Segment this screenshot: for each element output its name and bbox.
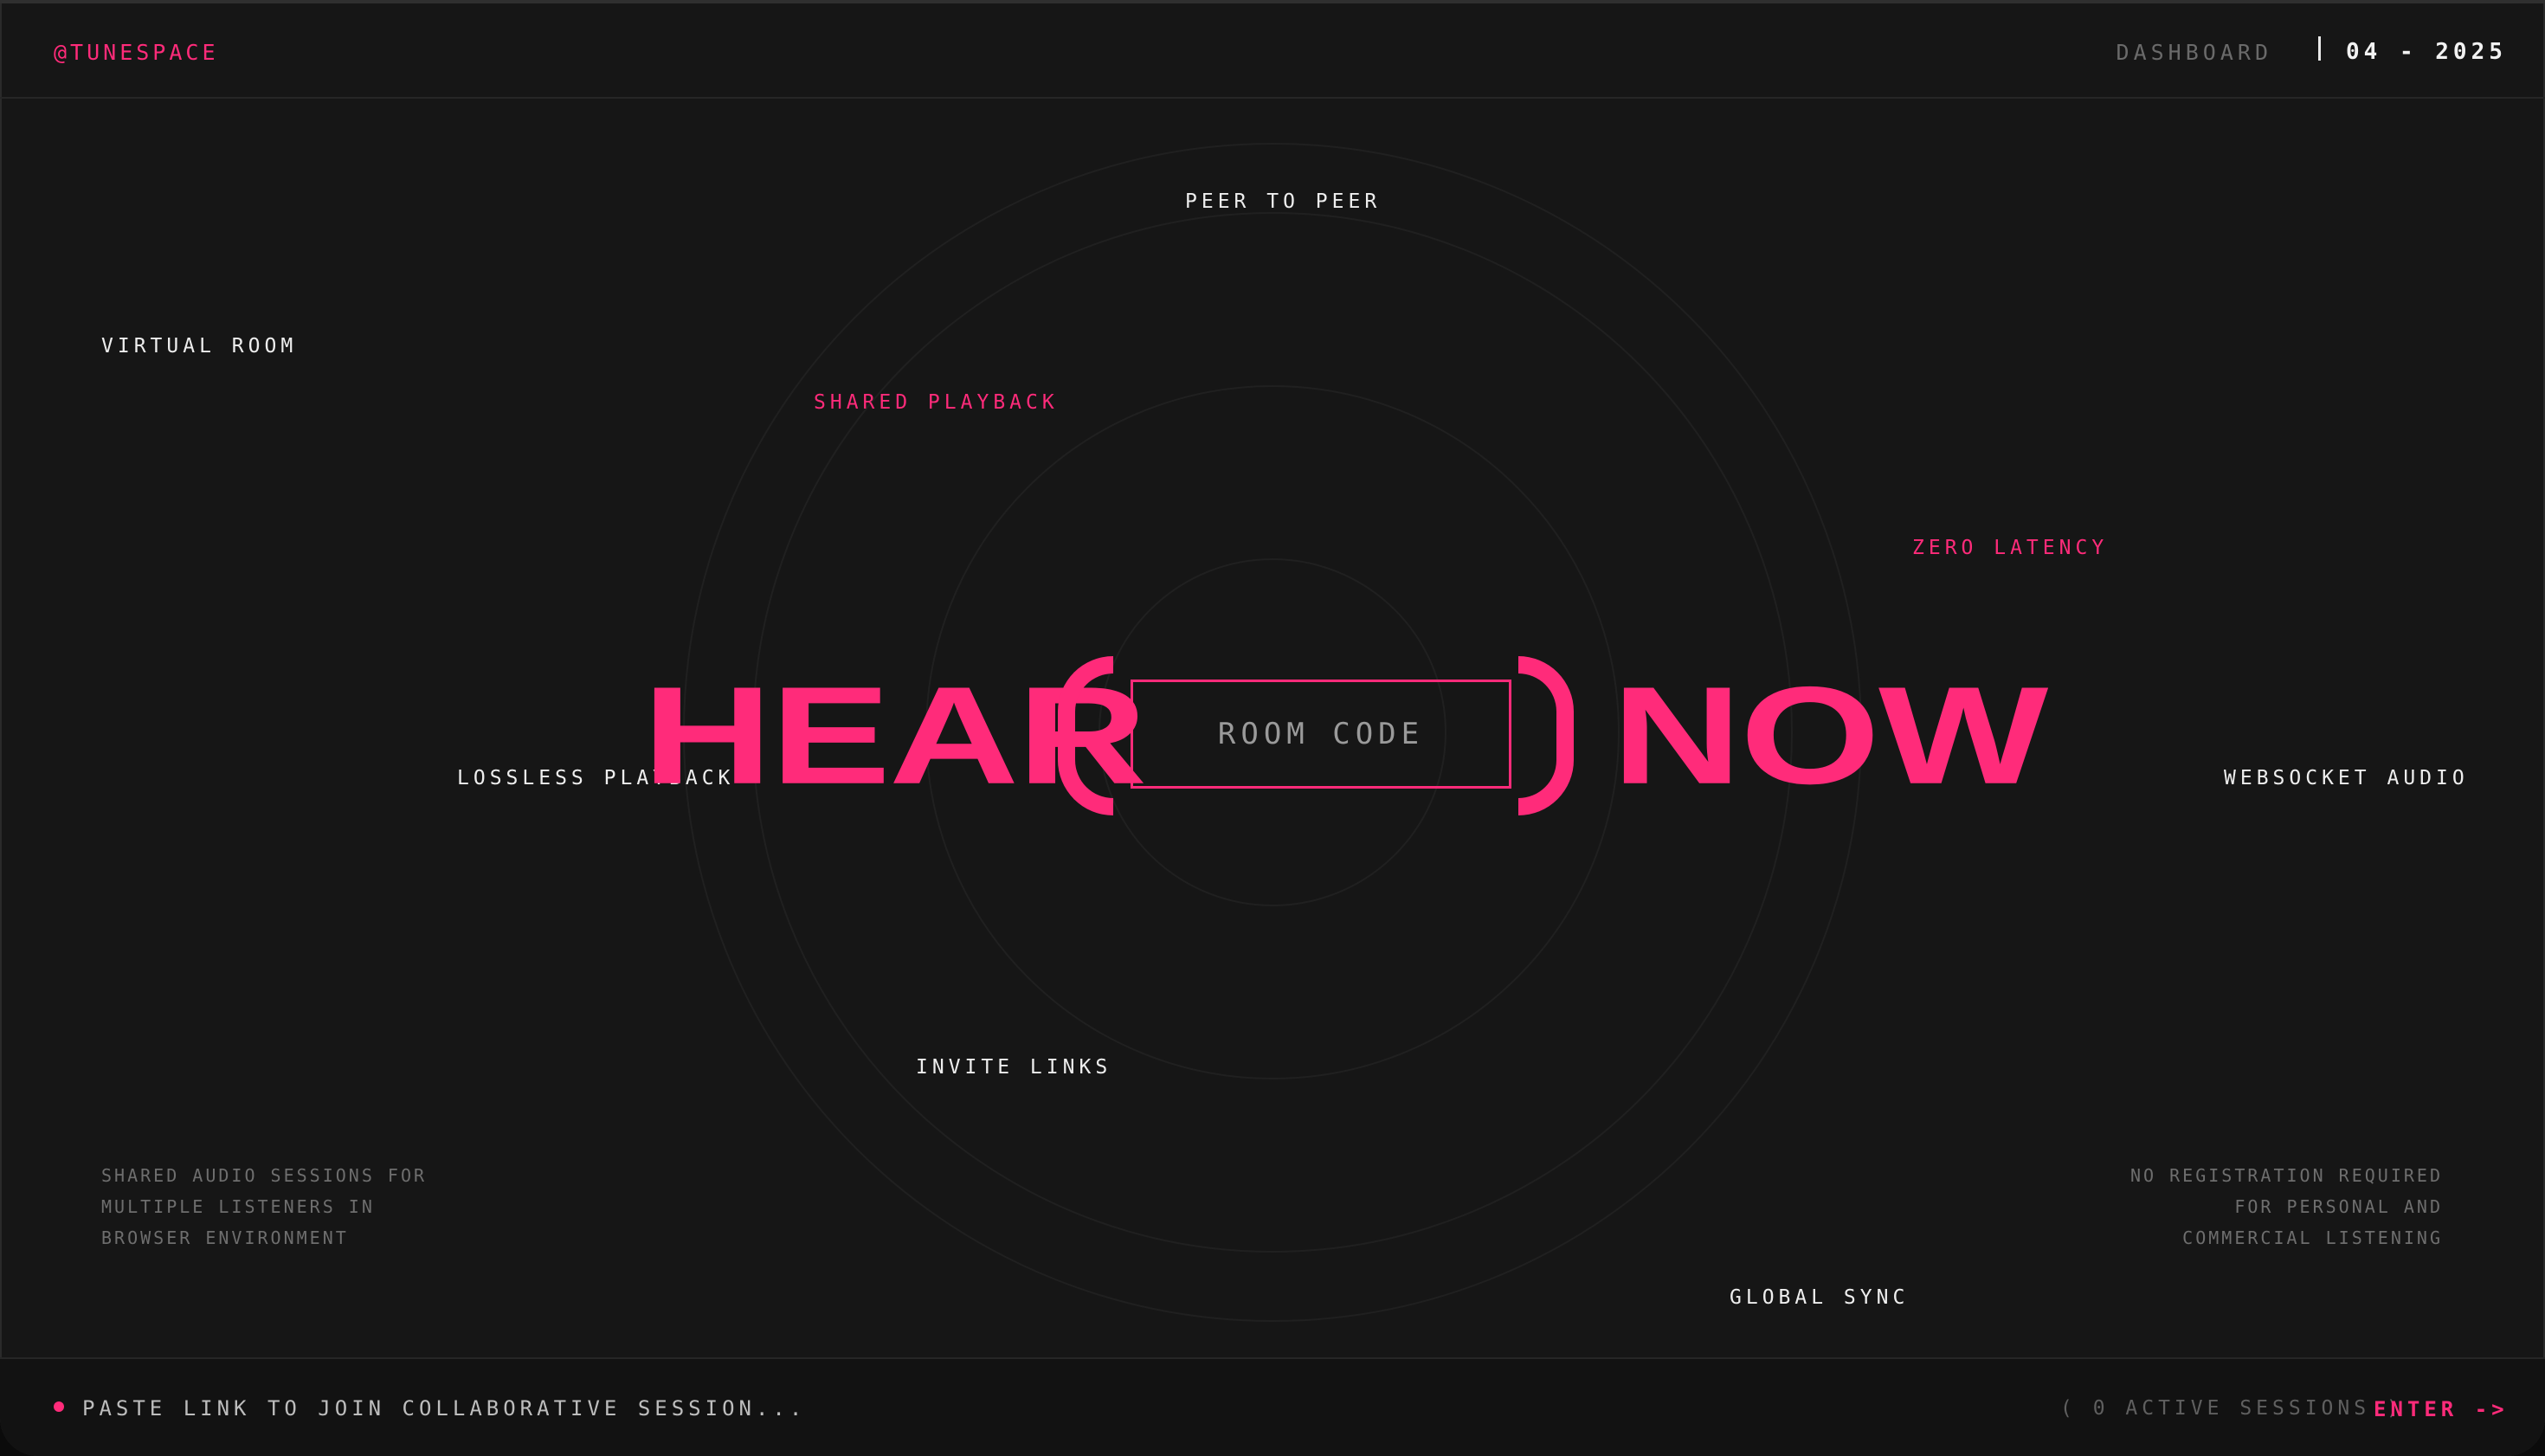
description-left-line-3: BROWSER ENVIRONMENT bbox=[101, 1227, 349, 1248]
status-dot-icon bbox=[54, 1401, 64, 1412]
description-right: NO REGISTRATION REQUIRED FOR PERSONAL AN… bbox=[2130, 1160, 2443, 1253]
tag-global-sync: GLOBAL SYNC bbox=[1730, 1286, 1910, 1309]
active-sessions-count: ( 0 ACTIVE SESSIONS ) bbox=[2060, 1397, 2403, 1420]
tag-websocket-audio: WEBSOCKET AUDIO bbox=[2224, 767, 2469, 789]
description-left: SHARED AUDIO SESSIONS FOR MULTIPLE LISTE… bbox=[101, 1160, 427, 1253]
tag-invite-links: INVITE LINKS bbox=[916, 1056, 1112, 1079]
footer-bar: ( 0 ACTIVE SESSIONS ) ENTER -> bbox=[0, 1357, 2545, 1456]
description-right-line-3: COMMERCIAL LISTENING bbox=[2182, 1227, 2443, 1248]
room-code-input[interactable] bbox=[1131, 680, 1511, 789]
tag-peer-to-peer: PEER TO PEER bbox=[1185, 190, 1382, 213]
description-left-line-2: MULTIPLE LISTENERS IN bbox=[101, 1196, 375, 1217]
description-left-line-1: SHARED AUDIO SESSIONS FOR bbox=[101, 1165, 428, 1186]
enter-button[interactable]: ENTER -> bbox=[2374, 1397, 2509, 1421]
description-right-line-2: FOR PERSONAL AND bbox=[2234, 1196, 2443, 1217]
hero-word-now: NOW bbox=[1612, 658, 2048, 814]
app-window: @TUNESPACE DASHBOARD 04 - 2025 PEER TO P… bbox=[0, 0, 2545, 1456]
tag-virtual-room: VIRTUAL ROOM bbox=[101, 335, 298, 358]
tag-zero-latency: ZERO LATENCY bbox=[1912, 537, 2109, 559]
session-link-input[interactable] bbox=[82, 1394, 861, 1423]
description-right-line-1: NO REGISTRATION REQUIRED bbox=[2130, 1165, 2443, 1186]
tag-shared-playback: SHARED PLAYBACK bbox=[814, 391, 1059, 414]
